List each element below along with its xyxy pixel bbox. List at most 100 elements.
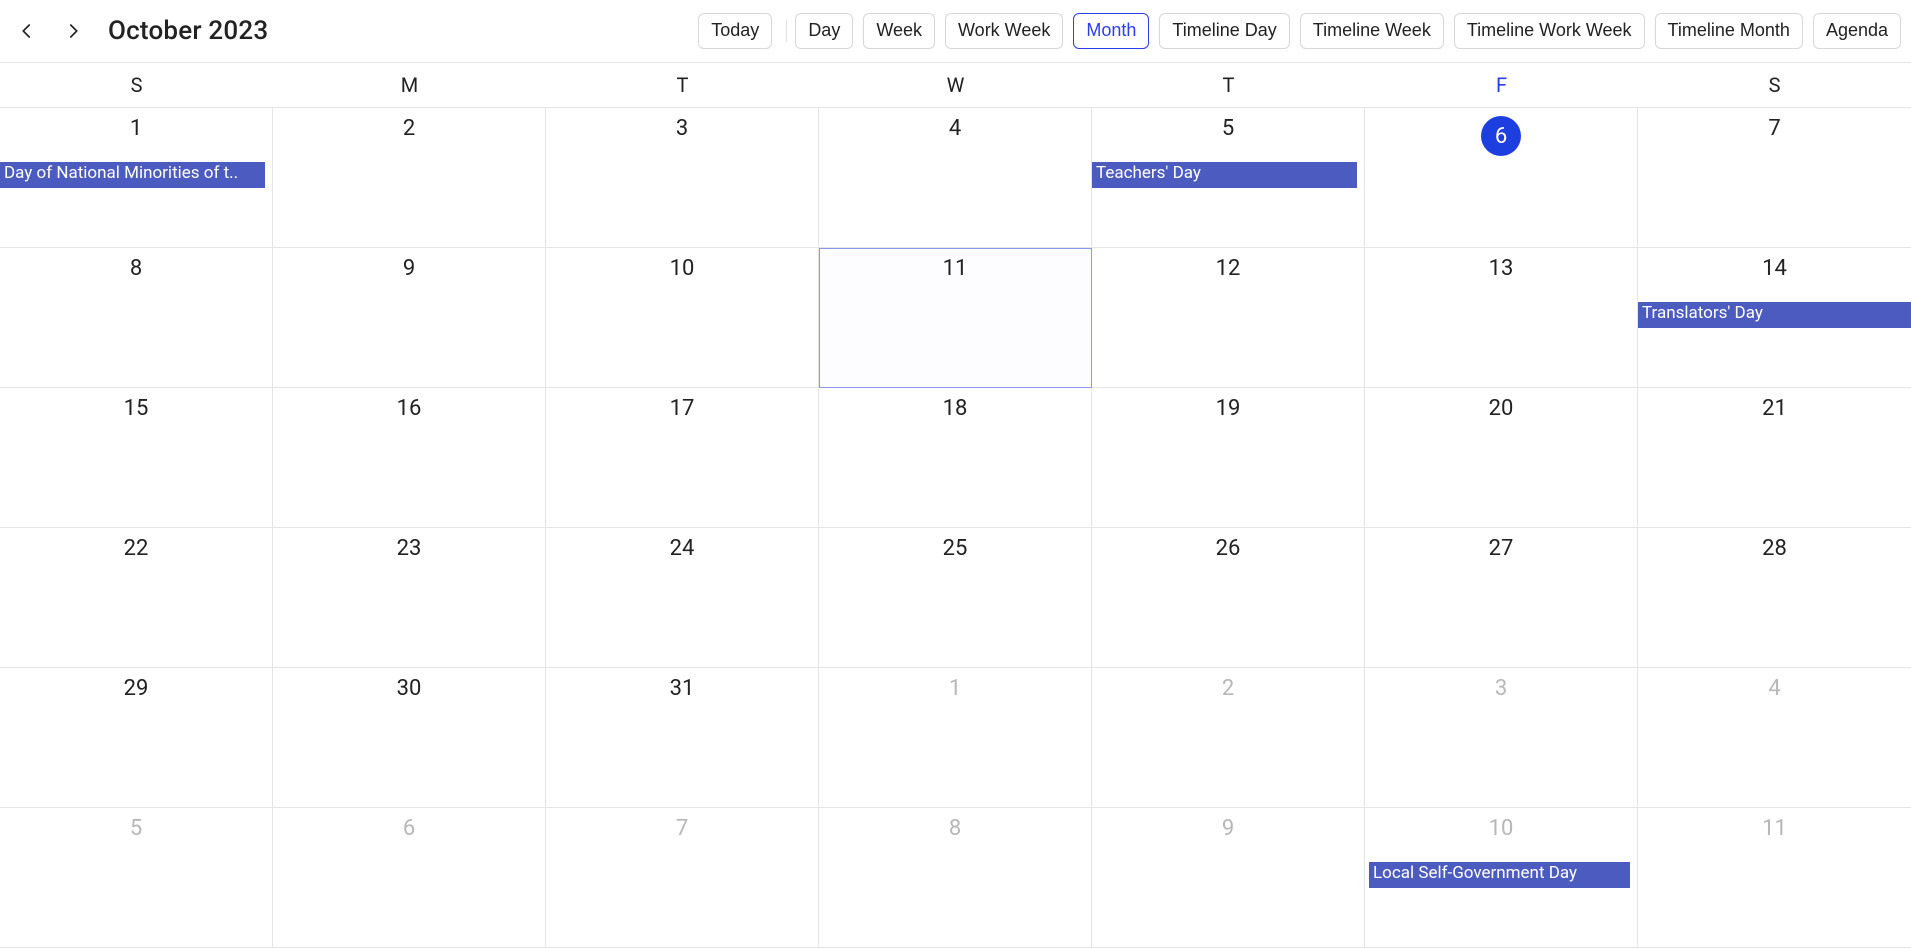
calendar-event[interactable]: Teachers' Day (1092, 162, 1357, 188)
day-cell[interactable]: 8 (819, 808, 1092, 948)
day-cell[interactable]: 21 (1638, 388, 1911, 528)
day-cell[interactable]: 11 (819, 248, 1092, 388)
day-cell[interactable]: 2 (1092, 668, 1365, 808)
day-cell[interactable]: 11 (1638, 808, 1911, 948)
day-number: 11 (819, 256, 1091, 281)
day-number: 23 (273, 536, 545, 561)
calendar-toolbar: October 2023 Today DayWeekWork WeekMonth… (0, 0, 1911, 62)
day-number: 3 (1365, 676, 1637, 701)
today-button[interactable]: Today (698, 13, 772, 49)
day-number: 5 (0, 816, 272, 841)
day-cell[interactable]: 8 (0, 248, 273, 388)
day-number: 7 (546, 816, 818, 841)
day-number: 6 (273, 816, 545, 841)
day-cell[interactable]: 5 Teachers' Day (1092, 108, 1365, 248)
day-cell[interactable]: 12 (1092, 248, 1365, 388)
view-week-button[interactable]: Week (863, 13, 935, 49)
day-cell[interactable]: 15 (0, 388, 273, 528)
day-number: 13 (1365, 256, 1637, 281)
day-cell[interactable]: 1Day of National Minorities of t.. (0, 108, 273, 248)
day-cell[interactable]: 6 (273, 808, 546, 948)
next-month-button[interactable] (64, 22, 82, 40)
day-cell[interactable]: 3 (1365, 668, 1638, 808)
prev-month-button[interactable] (18, 22, 36, 40)
view-timelineweek-button[interactable]: Timeline Week (1300, 13, 1444, 49)
calendar-event[interactable]: Translators' Day (1638, 302, 1911, 328)
day-cell[interactable]: 28 (1638, 528, 1911, 668)
day-cell[interactable]: 9 (273, 248, 546, 388)
day-number: 10 (1365, 816, 1637, 841)
day-cell[interactable]: 5 (0, 808, 273, 948)
day-number: 21 (1638, 396, 1911, 421)
month-grid: 1Day of National Minorities of t..2345Te… (0, 108, 1911, 948)
day-number: 26 (1092, 536, 1364, 561)
day-cell[interactable]: 26 (1092, 528, 1365, 668)
day-cell[interactable]: 30 (273, 668, 546, 808)
view-timelineday-button[interactable]: Timeline Day (1159, 13, 1289, 49)
view-day-button[interactable]: Day (795, 13, 853, 49)
view-month-button[interactable]: Month (1073, 13, 1149, 49)
day-cell[interactable]: 19 (1092, 388, 1365, 528)
day-cell[interactable]: 1 (819, 668, 1092, 808)
day-cell[interactable]: 17 (546, 388, 819, 528)
view-workweek-button[interactable]: Work Week (945, 13, 1063, 49)
day-cell[interactable]: 18 (819, 388, 1092, 528)
view-switcher: Day Week Work Week Month Timeline Day Timelin… (795, 13, 1901, 49)
day-number: 28 (1638, 536, 1911, 561)
day-cell[interactable]: 14Translators' Day (1638, 248, 1911, 388)
calendar-event[interactable]: Day of National Minorities of t.. (0, 162, 265, 188)
day-cell[interactable]: 2 (273, 108, 546, 248)
day-cell[interactable]: 29 (0, 668, 273, 808)
day-number: 31 (546, 676, 818, 701)
day-number: 16 (273, 396, 545, 421)
day-of-week-header: SMTWTFS (0, 62, 1911, 108)
day-cell[interactable]: 24 (546, 528, 819, 668)
day-cell[interactable]: 3 (546, 108, 819, 248)
view-timelineworkweek-button[interactable]: Timeline Work Week (1454, 13, 1645, 49)
view-timelinemonth-button[interactable]: Timeline Month (1655, 13, 1803, 49)
toolbar-separator (786, 20, 787, 42)
day-number: 2 (1092, 676, 1364, 701)
view-agenda-button[interactable]: Agenda (1813, 13, 1901, 49)
day-number: 12 (1092, 256, 1364, 281)
dow-header: W (819, 63, 1092, 107)
day-number: 19 (1092, 396, 1364, 421)
day-cell[interactable]: 4 (819, 108, 1092, 248)
nav-arrows (10, 22, 82, 40)
day-number: 7 (1638, 116, 1911, 141)
day-cell[interactable]: 13 (1365, 248, 1638, 388)
day-cell[interactable]: 9 (1092, 808, 1365, 948)
dow-header: T (546, 63, 819, 107)
today-badge: 6 (1481, 116, 1521, 156)
day-cell[interactable]: 10 (546, 248, 819, 388)
day-number: 4 (1638, 676, 1911, 701)
day-cell[interactable]: 22 (0, 528, 273, 668)
chevron-left-icon (18, 22, 36, 40)
day-number: 9 (1092, 816, 1364, 841)
day-cell[interactable]: 6 (1365, 108, 1638, 248)
day-number: 18 (819, 396, 1091, 421)
day-number: 2 (273, 116, 545, 141)
day-number: 27 (1365, 536, 1637, 561)
day-cell[interactable]: 4 (1638, 668, 1911, 808)
day-cell[interactable]: 20 (1365, 388, 1638, 528)
dow-header: M (273, 63, 546, 107)
day-number: 8 (0, 256, 272, 281)
dow-header: S (1638, 63, 1911, 107)
dow-header: F (1365, 63, 1638, 107)
day-number: 1 (819, 676, 1091, 701)
day-cell[interactable]: 7 (1638, 108, 1911, 248)
day-cell[interactable]: 27 (1365, 528, 1638, 668)
day-cell[interactable]: 7 (546, 808, 819, 948)
calendar-event[interactable]: Local Self-Government Day (1369, 862, 1630, 888)
day-number: 25 (819, 536, 1091, 561)
dow-header: S (0, 63, 273, 107)
day-cell[interactable]: 25 (819, 528, 1092, 668)
day-cell[interactable]: 10 Local Self-Government Day (1365, 808, 1638, 948)
day-cell[interactable]: 31 (546, 668, 819, 808)
day-cell[interactable]: 16 (273, 388, 546, 528)
day-cell[interactable]: 23 (273, 528, 546, 668)
day-number: 5 (1092, 116, 1364, 141)
day-number: 22 (0, 536, 272, 561)
dow-header: T (1092, 63, 1365, 107)
